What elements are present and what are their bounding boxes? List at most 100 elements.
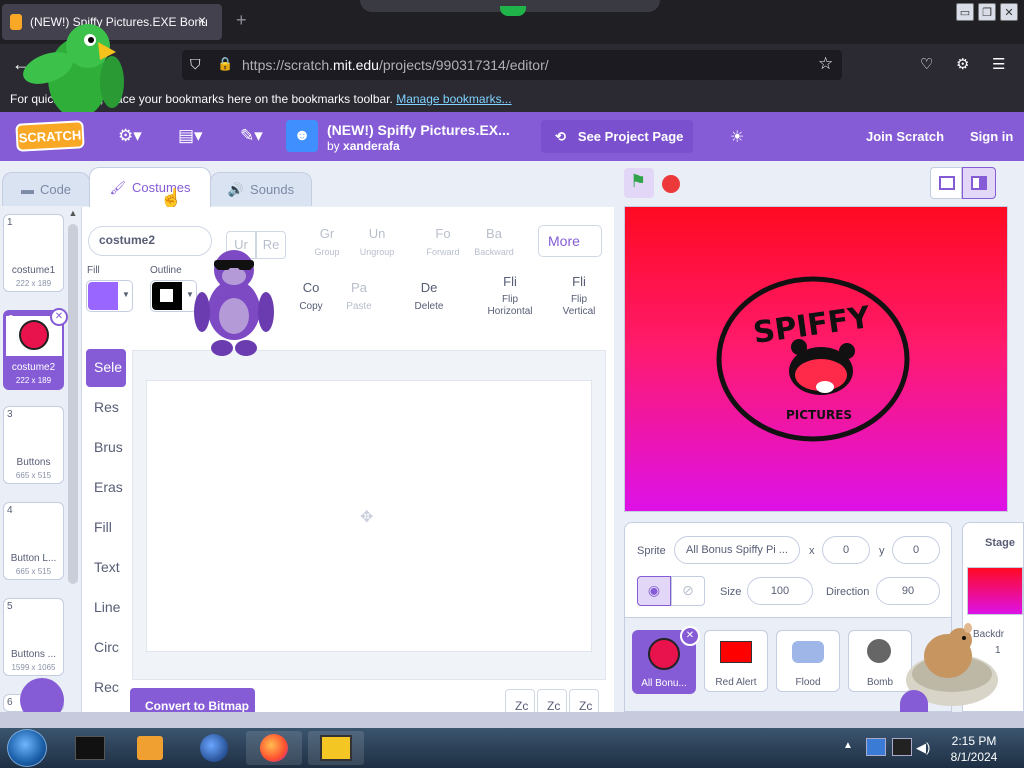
reshape-tool[interactable]: Res (86, 389, 126, 425)
copy-button[interactable]: Co Copy (290, 280, 332, 312)
monitor-icon[interactable] (892, 738, 912, 756)
fill-tool[interactable]: Fill (86, 509, 126, 545)
small-stage-mode-button[interactable] (930, 167, 962, 199)
stage-canvas[interactable]: SPIFFY PICTURES (624, 206, 1008, 512)
see-project-label: See Project Page (577, 129, 684, 144)
green-parrot-sticker (23, 24, 124, 124)
tray-overflow-icon[interactable]: ▲ (843, 740, 853, 751)
outline-color-picker[interactable]: ▼ (150, 280, 197, 312)
select-tool[interactable]: Sele (86, 349, 126, 387)
copy-label: Copy (299, 301, 323, 312)
taskbar-app-icon[interactable] (308, 731, 364, 765)
green-flag-icon[interactable]: ⚑ (624, 168, 654, 198)
more-button[interactable]: More (538, 225, 602, 257)
backward-button[interactable]: Ba Backward (470, 226, 518, 257)
costume-tile[interactable]: 3 Buttons 665 x 515 (3, 406, 64, 484)
hide-sprite-eye-icon[interactable]: ⊘ (671, 576, 705, 606)
sprite-name-input[interactable]: All Bonus Spiffy Pi ... (674, 536, 800, 564)
group-icon: Gr (319, 226, 335, 241)
delete-costume-icon[interactable]: ✕ (50, 308, 68, 326)
size-input[interactable]: 100 (747, 577, 813, 605)
fill-color-picker[interactable]: ▼ (86, 280, 133, 312)
x-input[interactable]: 0 (822, 536, 870, 564)
direction-input[interactable]: 90 (876, 577, 940, 605)
url-bar[interactable]: https://scratch. mit.edu/projects/9903173… (182, 50, 842, 80)
flip-vertical-button[interactable]: Fli Flip Vertical (556, 274, 602, 318)
tab-sounds[interactable]: 🔊 Sounds (210, 172, 312, 206)
sprite-tile[interactable]: Red Alert (704, 630, 768, 692)
brush-tool[interactable]: Brus (86, 429, 126, 465)
edit-menu-pencil-icon[interactable]: ✎▾ (240, 126, 263, 146)
costume-tile[interactable]: 4 Button L... 665 x 515 (3, 502, 64, 580)
taskbar-media-player-icon[interactable] (122, 731, 178, 765)
tab-costumes[interactable]: 🖌 Costumes (89, 167, 211, 207)
app-menu-icon[interactable]: ☰ (992, 55, 1005, 73)
project-title[interactable]: (NEW!) Spiffy Pictures.EX... (327, 122, 510, 138)
author-name[interactable]: xanderafa (343, 139, 400, 153)
tab-close-icon[interactable]: × (198, 12, 206, 28)
bookmark-star-icon[interactable]: ☆ (818, 54, 833, 74)
minimize-button[interactable]: ▭ (956, 3, 974, 21)
extensions-icon[interactable]: ⚙ (956, 55, 969, 73)
network-icon[interactable] (866, 738, 886, 756)
rectangle-tool[interactable]: Rec (86, 669, 126, 705)
volume-icon[interactable]: ◀) (916, 740, 930, 756)
taskbar-terminal-icon[interactable] (62, 731, 118, 765)
delete-button[interactable]: De Delete (406, 280, 452, 312)
taskbar-firefox-icon[interactable] (246, 731, 302, 765)
tab-code[interactable]: ▬ Code (2, 172, 90, 206)
flip-horizontal-icon: Fli (503, 274, 517, 289)
circle-tool[interactable]: Circ (86, 629, 126, 665)
delete-sprite-icon[interactable]: ✕ (680, 626, 700, 646)
y-input[interactable]: 0 (892, 536, 940, 564)
show-sprite-eye-icon[interactable]: ◉ (637, 576, 671, 606)
backward-icon: Ba (486, 226, 502, 241)
backdrop-thumbnail (967, 567, 1023, 615)
theme-bulb-icon[interactable]: ☀ (730, 127, 744, 147)
costume-tile[interactable]: 5 Buttons ... 1599 x 1065 (3, 598, 64, 676)
scroll-up-arrow-icon[interactable]: ▲ (66, 208, 80, 222)
join-scratch-link[interactable]: Join Scratch (866, 129, 944, 144)
forward-button[interactable]: Fo Forward (420, 226, 466, 257)
group-button[interactable]: Gr Group (304, 226, 350, 257)
add-sprite-button[interactable] (900, 690, 928, 712)
text-tool[interactable]: Text (86, 549, 126, 585)
tracking-shield-icon[interactable]: ⛉ (190, 56, 201, 73)
sprite-name: All Bonu... (641, 678, 687, 689)
taskbar-globe-icon[interactable] (186, 731, 242, 765)
pocket-icon[interactable]: ♡ (920, 55, 933, 73)
stop-icon[interactable] (662, 175, 680, 193)
ungroup-button[interactable]: Un Ungroup (352, 226, 402, 257)
paste-button[interactable]: Pa Paste (338, 280, 380, 312)
eraser-tool[interactable]: Eras (86, 469, 126, 505)
lock-icon[interactable]: 🔒 (217, 56, 233, 72)
large-stage-mode-button[interactable] (962, 167, 996, 199)
start-button[interactable] (7, 729, 47, 767)
costume-size: 222 x 189 (15, 376, 52, 385)
file-menu-icon[interactable]: ▤▾ (178, 126, 203, 146)
url-scheme: https://scratch. (242, 57, 334, 73)
spiffy-pictures-logo: SPIFFY PICTURES (716, 276, 910, 442)
project-thumbnail[interactable]: ☻ (286, 120, 318, 152)
costume-tile[interactable]: 1 costume1 222 x 189 (3, 214, 64, 292)
settings-gear-icon[interactable]: ⚙▾ (118, 126, 142, 146)
notch-indicator-icon (500, 6, 526, 16)
paste-label: Paste (346, 301, 372, 312)
costume-name: Button L... (10, 553, 57, 564)
url-domain: mit.edu (333, 57, 379, 73)
see-project-page-button[interactable]: ⟲ See Project Page (541, 120, 693, 153)
manage-bookmarks-link[interactable]: Manage bookmarks... (396, 92, 511, 106)
line-tool[interactable]: Line (86, 589, 126, 625)
scratch-logo[interactable]: SCRATCH (15, 120, 85, 152)
sprite-tile[interactable]: Flood (776, 630, 840, 692)
taskbar-clock[interactable]: 2:15 PM 8/1/2024 (938, 733, 1010, 765)
clock-time: 2:15 PM (951, 734, 997, 748)
costume-list-scrollbar[interactable] (68, 224, 78, 584)
close-window-button[interactable]: ✕ (1000, 3, 1018, 21)
maximize-button[interactable]: ❐ (978, 3, 996, 21)
horizontal-scrollbar[interactable] (0, 712, 1024, 728)
sign-in-link[interactable]: Sign in (970, 129, 1013, 144)
new-tab-button[interactable]: + (236, 10, 247, 31)
flip-horizontal-button[interactable]: Fli Flip Horizontal (482, 274, 538, 318)
url-path: /projects/990317314/editor/ (378, 57, 549, 73)
